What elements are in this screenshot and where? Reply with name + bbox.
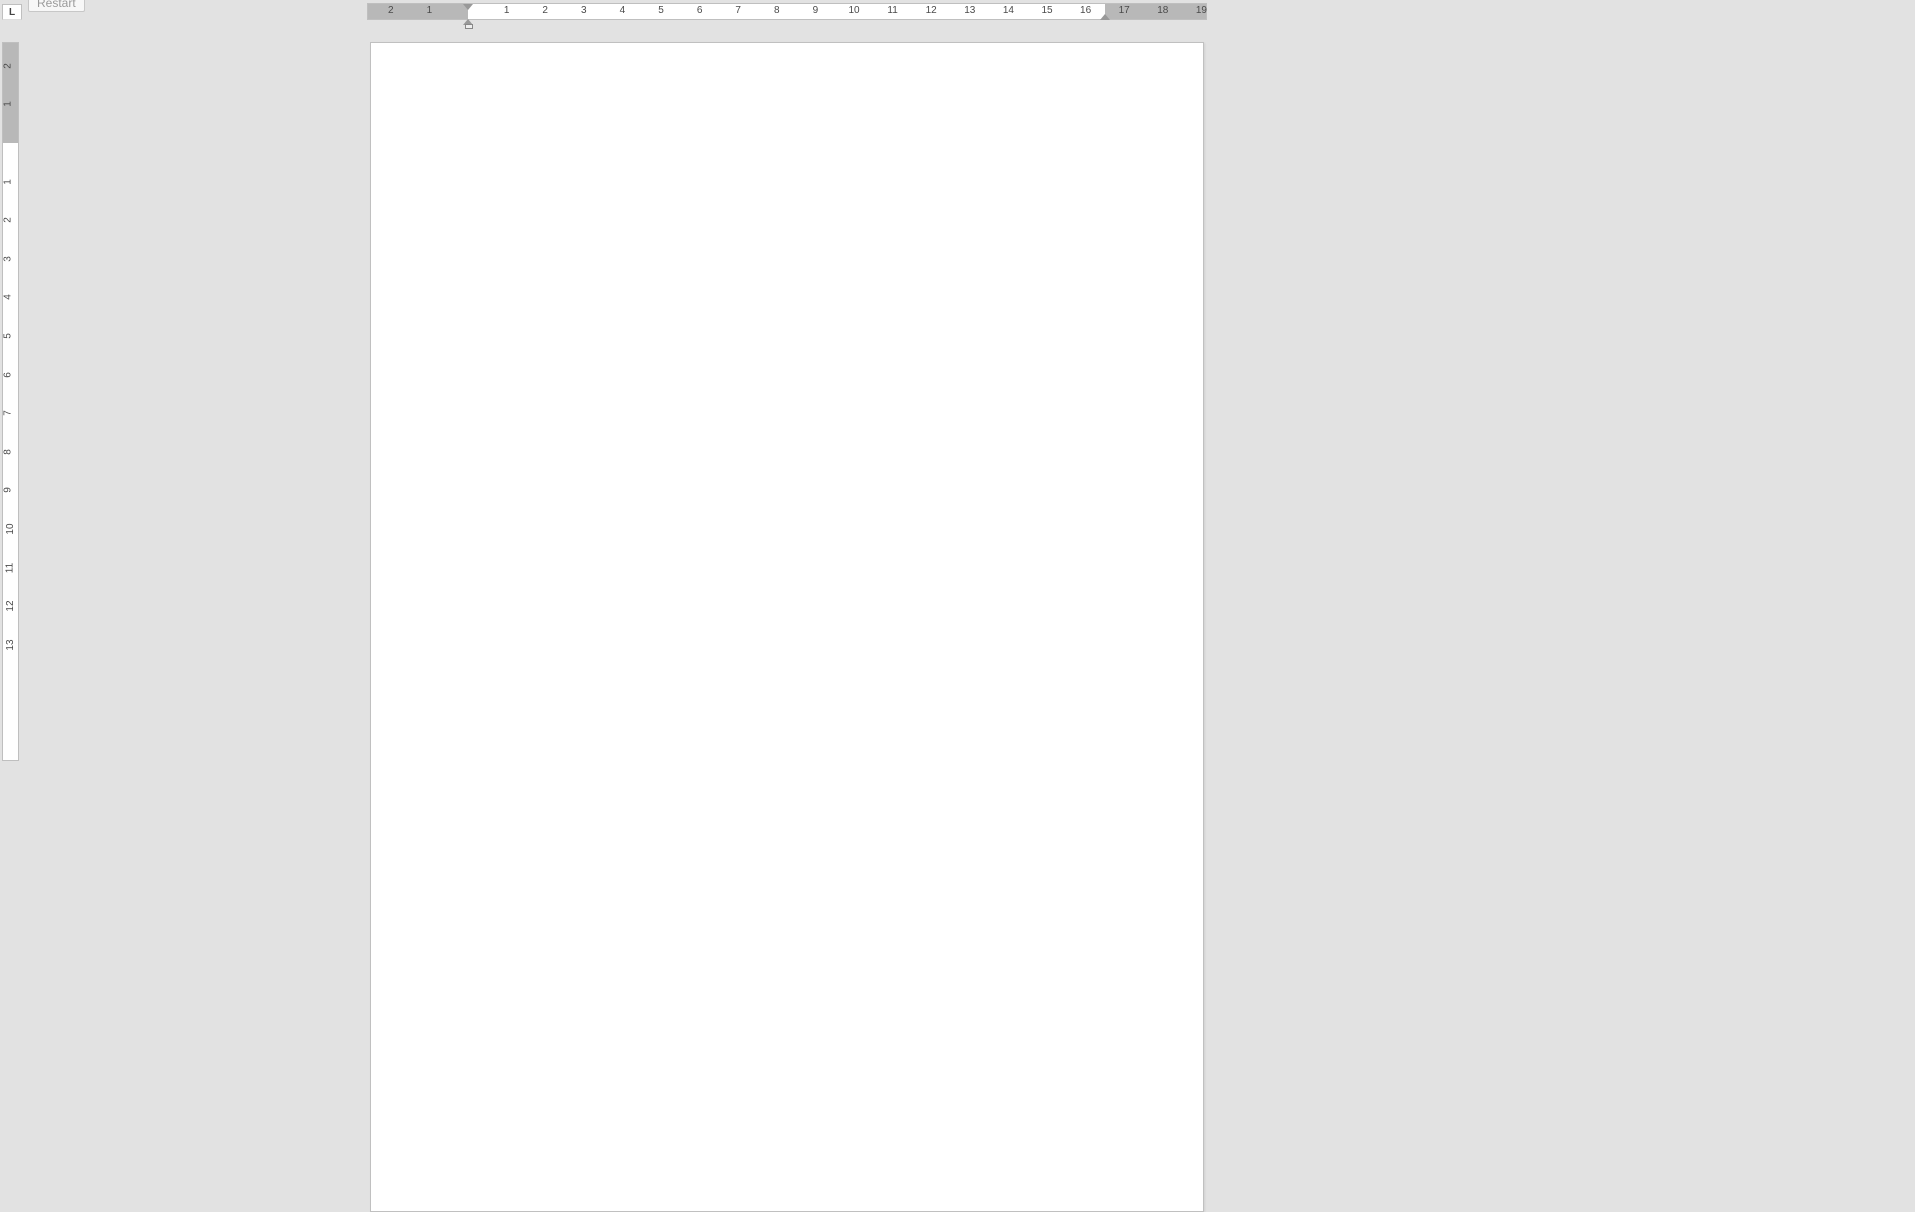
hruler-label: 1 [427, 5, 433, 16]
vruler-label: 10 [5, 523, 16, 534]
hruler-label: 12 [926, 5, 937, 16]
hruler-label: 13 [964, 5, 975, 16]
hruler-label: 6 [697, 5, 703, 16]
hruler-scale: 2112345678910111213141516171819 [368, 4, 1206, 19]
hruler-label: 11 [887, 5, 897, 16]
vruler-label: 2 [2, 217, 13, 223]
vruler-label: 1 [2, 179, 13, 185]
vruler-scale: 2112345678910111213 [3, 43, 18, 760]
vertical-ruler[interactable]: 2112345678910111213 [2, 42, 19, 761]
horizontal-ruler[interactable]: 2112345678910111213141516171819 [367, 3, 1207, 20]
hruler-label: 2 [388, 5, 394, 16]
hruler-label: 5 [658, 5, 664, 16]
first-line-indent-marker[interactable] [463, 4, 473, 10]
vruler-label: 1 [2, 102, 13, 108]
hruler-label: 7 [735, 5, 741, 16]
vruler-label: 2 [2, 63, 13, 69]
hruler-label: 10 [848, 5, 859, 16]
hruler-label: 8 [774, 5, 780, 16]
tab-stop-type-button[interactable]: L [2, 4, 22, 20]
vruler-label: 5 [2, 333, 13, 339]
hruler-label: 1 [504, 5, 510, 16]
hruler-label: 18 [1157, 5, 1168, 16]
vruler-label: 12 [5, 601, 16, 612]
vruler-label: 6 [2, 372, 13, 378]
hruler-label: 16 [1080, 5, 1091, 16]
restart-button[interactable]: Restart [28, 0, 85, 12]
hruler-label: 2 [542, 5, 548, 16]
hruler-label: 4 [620, 5, 626, 16]
vruler-label: 9 [2, 488, 13, 494]
hruler-label: 19 [1196, 5, 1207, 16]
vruler-label: 4 [2, 295, 13, 301]
hruler-label: 15 [1041, 5, 1052, 16]
hruler-label: 9 [813, 5, 819, 16]
vruler-label: 8 [2, 449, 13, 455]
vruler-label: 7 [2, 410, 13, 416]
hruler-label: 17 [1119, 5, 1130, 16]
right-indent-marker[interactable] [1100, 14, 1110, 20]
document-page[interactable] [370, 42, 1204, 1212]
vruler-label: 13 [5, 639, 16, 650]
left-indent-marker[interactable] [463, 19, 473, 25]
vruler-label: 3 [2, 256, 13, 262]
vruler-label: 11 [5, 562, 16, 572]
hruler-label: 14 [1003, 5, 1014, 16]
hruler-label: 3 [581, 5, 587, 16]
